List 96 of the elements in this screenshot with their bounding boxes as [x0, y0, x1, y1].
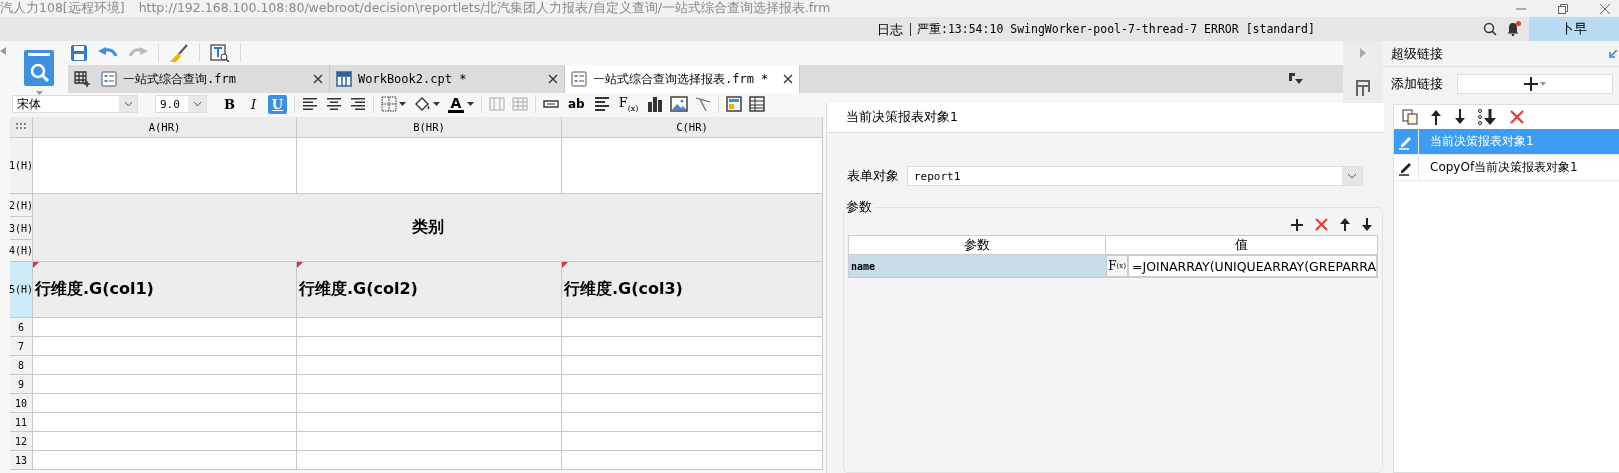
table-cell: 行维度.G(col1) — [33, 262, 297, 318]
formula-button[interactable]: F$_{(x)}$ — [616, 94, 641, 114]
row-header[interactable]: 5(H) — [10, 262, 33, 318]
font-select[interactable]: 宋体 — [12, 95, 138, 113]
align-left-icon[interactable] — [302, 97, 318, 111]
panel-title: 超级链接 — [1391, 44, 1443, 63]
row-header[interactable]: 4(H) — [10, 240, 33, 262]
font-size-select[interactable]: 9.0 — [155, 95, 207, 113]
row-header[interactable]: 11 — [10, 413, 33, 432]
column-header[interactable]: B(HR) — [297, 117, 562, 138]
table-cell: 类别 — [33, 194, 823, 262]
row-header[interactable]: 13 — [10, 451, 33, 470]
form-file-icon — [571, 71, 587, 87]
delete-icon[interactable] — [1315, 218, 1329, 231]
collapse-arrow-icon[interactable] — [1609, 49, 1617, 58]
table-cell: name — [849, 255, 1106, 277]
chevron-icon — [123, 101, 133, 107]
save-icon[interactable] — [70, 44, 88, 62]
plus-icon — [1524, 77, 1538, 91]
italic-button[interactable]: I — [244, 94, 263, 114]
row-header[interactable]: 12 — [10, 432, 33, 451]
chevron-icon — [1347, 173, 1357, 179]
add-link-label: 添加链接 — [1391, 75, 1443, 93]
align-center-icon[interactable] — [326, 97, 342, 111]
collapse-arrow-icon[interactable] — [0, 47, 6, 55]
restore-icon[interactable] — [1557, 3, 1569, 14]
column-header[interactable]: A(HR) — [33, 117, 297, 138]
preview-icon[interactable] — [210, 44, 230, 62]
select-all-corner[interactable] — [10, 117, 33, 138]
report-logo-icon[interactable] — [23, 49, 55, 87]
link-item[interactable]: CopyOf当前决策报表对象1 — [1394, 155, 1619, 181]
corner-mark-icon — [297, 262, 303, 268]
document-tab[interactable]: 一站式综合查询选择报表.frm * — [565, 65, 800, 93]
caret-icon[interactable] — [399, 102, 406, 106]
log-message: 严重:13:54:10 SwingWorker-pool-7-thread-7 ERROR [standard] — [917, 21, 1315, 37]
font-color-button[interactable]: A — [447, 95, 465, 113]
search-icon[interactable] — [1483, 22, 1497, 36]
row-header[interactable]: 1(H) — [10, 138, 33, 194]
close-icon[interactable] — [548, 74, 558, 84]
move-up-icon[interactable] — [1340, 218, 1351, 231]
tab-list-icon[interactable] — [1289, 73, 1303, 85]
text-field-icon[interactable] — [543, 100, 559, 108]
bold-button[interactable]: B — [220, 94, 239, 114]
row-header[interactable]: 7 — [10, 337, 33, 356]
value-field[interactable]: =JOINARRAY(UNIQUEARRAY(GREPARRA — [1128, 255, 1378, 277]
slash-icon[interactable] — [695, 96, 712, 112]
grid-dots-icon — [16, 122, 26, 132]
delete-icon[interactable] — [1510, 110, 1524, 124]
row-header[interactable]: 3(H) — [10, 217, 33, 240]
merge-cells-icon[interactable] — [489, 97, 505, 111]
workbook-file-icon — [336, 71, 352, 87]
paragraph-icon[interactable] — [593, 97, 610, 111]
caret-icon[interactable] — [433, 102, 440, 106]
document-tab[interactable]: WorkBook2.cpt * — [330, 65, 565, 93]
move-to-bottom-icon[interactable] — [1478, 109, 1498, 125]
bar-chart-icon[interactable] — [647, 96, 664, 112]
copy-icon[interactable] — [1402, 109, 1418, 125]
close-icon[interactable] — [313, 74, 323, 84]
widget-table-icon[interactable] — [1355, 80, 1371, 96]
log-label[interactable]: 日志 — [877, 22, 911, 36]
close-icon[interactable] — [783, 74, 793, 84]
row-header[interactable]: 9 — [10, 375, 33, 394]
move-up-icon[interactable] — [1430, 109, 1442, 125]
column-header[interactable]: C(HR) — [562, 117, 823, 138]
caret-icon — [1540, 82, 1546, 86]
caret-icon[interactable] — [467, 102, 474, 106]
image-icon[interactable] — [670, 96, 689, 112]
add-icon[interactable] — [1291, 218, 1304, 231]
move-down-icon[interactable] — [1362, 218, 1373, 231]
row-header[interactable]: 2(H) — [10, 194, 33, 217]
form-layout-icon[interactable] — [726, 96, 743, 112]
row-header[interactable]: 6 — [10, 318, 33, 337]
row-header[interactable]: 8 — [10, 356, 33, 375]
field-label: 表单对象 — [847, 167, 899, 185]
dialog-title: 当前决策报表对象1 — [827, 103, 1384, 133]
split-cells-icon[interactable] — [512, 97, 528, 111]
document-tab[interactable]: 一站式综合查询.frm — [95, 65, 330, 93]
row-header[interactable]: 10 — [10, 394, 33, 413]
corner-mark-icon — [33, 262, 39, 268]
group-label: 参数 — [845, 198, 873, 216]
user-button[interactable]: 卜早 — [1529, 17, 1619, 41]
chevron-icon — [192, 101, 202, 107]
border-icon[interactable] — [381, 96, 397, 112]
form-object-select[interactable]: report1 — [907, 166, 1363, 186]
form-file-icon — [101, 71, 117, 87]
align-right-icon[interactable] — [350, 97, 366, 111]
table-cell: 行维度.G(col2) — [297, 262, 562, 318]
new-sheet-icon[interactable] — [73, 71, 90, 87]
corner-mark-icon — [562, 262, 568, 268]
window-title: 汽人力108[远程环境] — [0, 0, 125, 17]
text-tool-button[interactable]: ab — [566, 94, 587, 114]
table-layout-icon[interactable] — [749, 96, 766, 112]
table-cell: 行维度.G(col3) — [562, 262, 823, 318]
brush-icon[interactable] — [169, 44, 189, 62]
fill-color-icon[interactable] — [413, 96, 431, 112]
move-down-icon[interactable] — [1454, 109, 1466, 125]
